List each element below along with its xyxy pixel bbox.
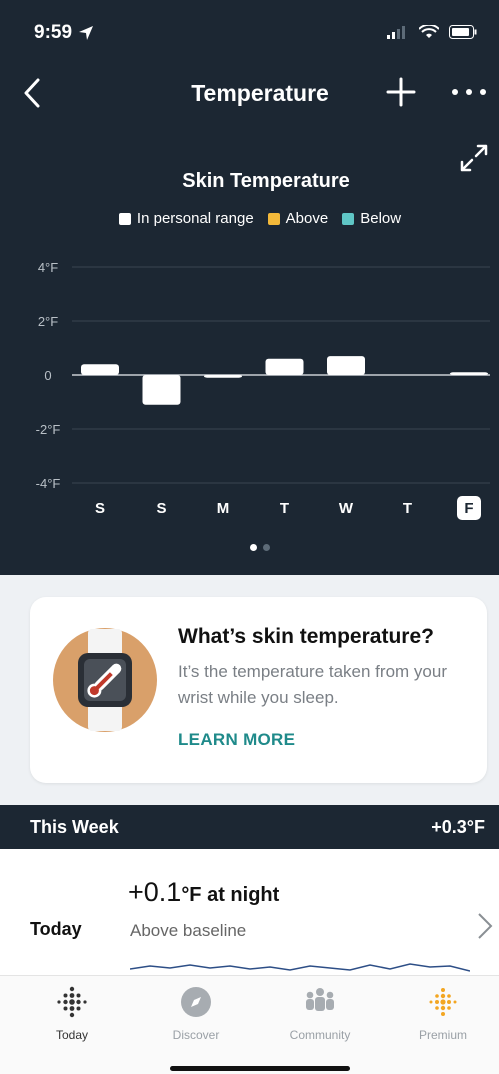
watch-thermometer-icon (53, 628, 157, 732)
this-week-value: +0.3°F (431, 817, 485, 837)
tab-today-label: Today (55, 1028, 89, 1042)
temperature-bar[interactable] (204, 375, 242, 378)
temperature-bar[interactable] (81, 364, 119, 375)
tab-bar: Today Discover Community Premium (0, 975, 499, 1074)
tab-today[interactable]: Today (22, 986, 122, 1042)
y-tick-label: -4°F (36, 476, 61, 491)
learn-more-link[interactable]: LEARN MORE (178, 730, 295, 750)
today-value-unit: °F at night (181, 884, 280, 906)
legend-item: In personal range (118, 210, 254, 227)
page-title: Temperature (191, 80, 329, 106)
chart-title: Skin Temperature (182, 170, 350, 192)
nav-bar: Temperature (0, 70, 499, 118)
x-day-label[interactable]: S (95, 500, 105, 517)
x-day-label[interactable]: S (156, 500, 166, 517)
tab-premium-label: Premium (418, 1028, 467, 1042)
more-options-icon[interactable] (447, 82, 491, 102)
legend-swatch (118, 212, 131, 225)
legend-swatch (342, 212, 355, 225)
battery-icon (449, 25, 477, 39)
status-time: 9:59 (34, 22, 94, 44)
chart-legend: In personal range Above Below (0, 210, 499, 227)
info-card-title: What’s skin temperature? (178, 625, 434, 648)
legend-label: In personal range (136, 210, 254, 227)
info-card-description: It’s the temperature taken from your wri… (178, 662, 447, 707)
fitbit-dots-icon (57, 986, 87, 1018)
temperature-bar[interactable] (327, 356, 365, 375)
y-tick-label: 4°F (38, 260, 58, 275)
today-label: Today (30, 919, 82, 939)
temperature-bar[interactable] (142, 375, 181, 405)
this-week-header: This Week +0.3°F (0, 805, 499, 849)
x-day-label[interactable]: W (339, 500, 354, 517)
today-value-number: +0.1 (128, 877, 182, 907)
x-day-label[interactable]: F (464, 500, 473, 517)
today-value: +0.1°F at night (128, 877, 279, 908)
page-indicator[interactable] (0, 544, 499, 551)
legend-label: Below (360, 210, 402, 227)
this-week-label: This Week (30, 817, 119, 837)
community-icon (306, 988, 334, 1011)
tab-community[interactable]: Community (270, 986, 370, 1042)
legend-item: Below (342, 210, 401, 227)
wifi-icon (419, 25, 439, 38)
premium-dots-icon (429, 988, 457, 1016)
tab-discover[interactable]: Discover (146, 986, 246, 1042)
skin-temp-info-card: What’s skin temperature? It’s the temper… (30, 597, 487, 783)
legend-label: Above (285, 210, 329, 227)
info-section: What’s skin temperature? It’s the temper… (0, 575, 499, 805)
page-dot[interactable] (263, 544, 270, 551)
today-subtitle: Above baseline (130, 921, 247, 940)
y-tick-label: 0 (44, 368, 51, 383)
y-tick-label: -2°F (36, 422, 61, 437)
page-dot[interactable] (250, 544, 257, 551)
y-tick-label: 2°F (38, 314, 58, 329)
compass-icon (181, 987, 211, 1017)
status-bar: 9:59 (0, 22, 499, 52)
x-day-label[interactable]: T (403, 500, 412, 517)
location-arrow-icon (79, 26, 94, 40)
today-row[interactable]: +0.1°F at night Today Above baseline (0, 849, 499, 979)
x-day-label[interactable]: T (280, 500, 289, 517)
temperature-bar[interactable] (450, 372, 488, 375)
status-time-text: 9:59 (34, 22, 73, 43)
tab-discover-label: Discover (172, 1028, 220, 1042)
plus-icon[interactable] (384, 75, 418, 109)
x-day-label[interactable]: M (217, 500, 230, 517)
skin-temperature-chart: 4°F 2°F 0 -2°F -4°F S S M T W T F (36, 260, 490, 520)
home-indicator (170, 1066, 350, 1071)
signal-icon (387, 26, 405, 39)
tab-premium[interactable]: Premium (393, 986, 493, 1042)
chevron-right-icon (478, 913, 493, 939)
legend-swatch (267, 212, 280, 225)
legend-item: Above (267, 210, 329, 227)
tab-community-label: Community (289, 1028, 351, 1042)
temperature-bar[interactable] (265, 358, 304, 375)
